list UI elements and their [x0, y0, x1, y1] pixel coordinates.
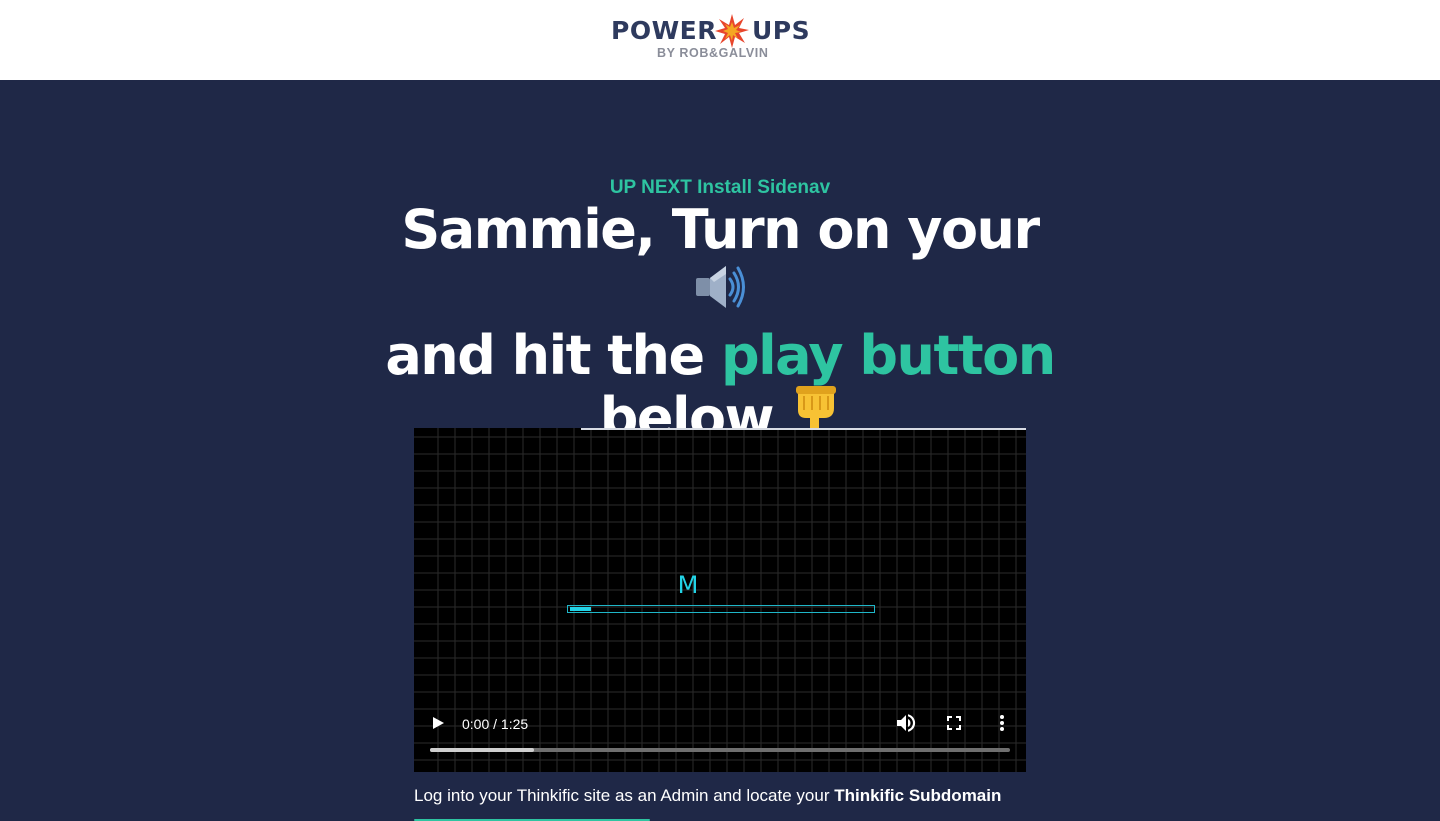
video-player[interactable]: M 0:00 / 1:25 — [414, 428, 1026, 772]
up-next-label: UP NEXT Install Sidenav — [609, 177, 831, 198]
logo-word-ups: UPS — [752, 16, 811, 45]
top-bar: POWER UPS BY ROB&GALVIN — [0, 0, 1440, 80]
loader-letter: M — [677, 571, 699, 599]
video-top-edge — [581, 428, 1026, 430]
more-vert-icon[interactable] — [990, 711, 1014, 735]
video-buffered — [430, 748, 535, 752]
play-icon[interactable] — [428, 711, 448, 735]
headline-part-1: Sammie, Turn on your — [401, 198, 1040, 261]
hero-section: UP NEXT Install Sidenav Sammie, Turn on … — [0, 80, 1440, 821]
loading-bar — [567, 605, 875, 613]
speaker-icon — [692, 260, 748, 326]
power-ups-logo[interactable]: POWER UPS BY ROB&GALVIN — [611, 14, 811, 64]
volume-icon[interactable] — [894, 711, 918, 735]
headline-part-2: and hit the — [385, 324, 705, 387]
logo-subtitle: BY ROB&GALVIN — [657, 46, 769, 60]
video-time: 0:00 / 1:25 — [462, 716, 529, 732]
fullscreen-icon[interactable] — [942, 711, 966, 735]
video-progress-bar[interactable] — [430, 748, 1010, 752]
logo-word-power: POWER — [611, 16, 717, 45]
page-headline: Sammie, Turn on your and hit the play bu… — [380, 200, 1060, 454]
headline-accent: play button — [720, 324, 1056, 387]
instruction-bold: Thinkific Subdomain — [834, 786, 1002, 805]
instruction-body: Log into your Thinkific site as an Admin… — [414, 786, 835, 805]
instruction-text: Log into your Thinkific site as an Admin… — [414, 786, 1001, 806]
starburst-icon — [715, 14, 749, 48]
loading-bar-fill — [570, 607, 592, 611]
logo-wordmark: POWER UPS — [611, 16, 810, 45]
